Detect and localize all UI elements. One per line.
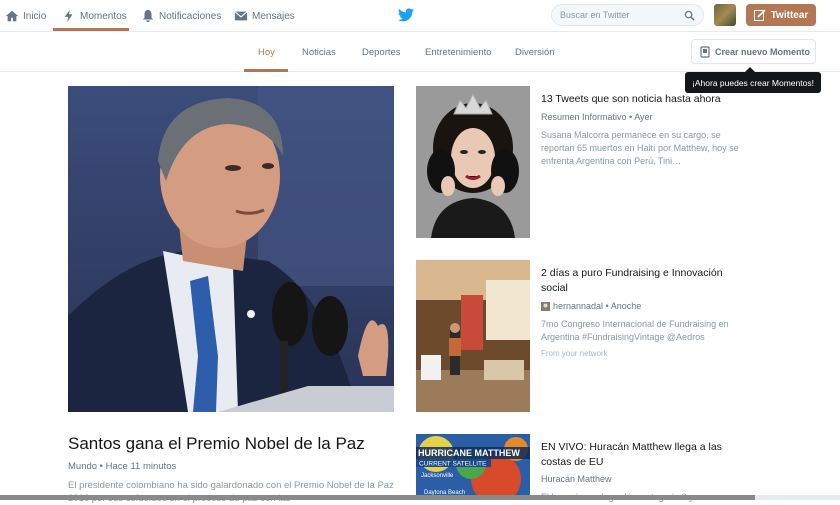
tab-diversion[interactable]: Diversión [515,32,555,72]
card-source: From your network [541,349,608,358]
lightning-icon [64,9,73,23]
card-thumbnail [416,86,530,238]
card-meta: hernannadal • Anoche [541,301,641,311]
user-avatar-icon [541,301,550,311]
horizontal-scrollbar[interactable] [0,495,840,500]
nav-messages-label: Mensajes [252,10,295,22]
moments-tabs: Hoy Noticias Deportes Entretenimiento Di… [0,32,840,72]
thumb-subheadline: CURRENT SATELLITE [419,461,487,468]
create-moment-button[interactable]: Crear nuevo Momento [691,39,816,64]
thumb-city-1: Jacksonville [421,473,454,479]
card-photo: HURRICANE MATTHEW CURRENT SATELLITE Jack… [416,434,530,500]
create-moment-label: Crear nuevo Momento [715,46,811,57]
bell-icon [142,9,154,23]
avatar[interactable] [714,4,736,26]
tab-diversion-label: Diversión [515,46,555,58]
hero-description: El presidente colombiano ha sido galardo… [68,480,394,504]
tab-entretenimiento-label: Entretenimiento [425,46,492,58]
nav-active-indicator [53,28,129,31]
card-title[interactable]: 2 días a puro Fundraising e Innovación s… [541,266,741,296]
search-icon[interactable] [684,10,695,21]
tab-noticias[interactable]: Noticias [302,32,336,72]
moment-card[interactable]: 13 Tweets que son noticia hasta ahora Re… [416,86,746,238]
tweet-button[interactable]: Twittear [746,4,816,26]
hero-image[interactable] [68,86,394,412]
compose-icon [753,9,766,21]
card-title[interactable]: EN VIVO: Huracán Matthew llega a las cos… [541,440,741,470]
hero-photo [68,86,394,412]
card-title[interactable]: 13 Tweets que son noticia hasta ahora [541,92,741,107]
tab-noticias-label: Noticias [302,46,336,58]
card-photo [416,86,530,238]
nav-home[interactable]: Inicio [5,0,46,32]
tab-deportes-label: Deportes [362,46,401,58]
tweet-button-label: Twittear [770,9,809,21]
card-photo [416,260,530,412]
top-navigation: Inicio Momentos Notificaciones Mensajes … [0,0,840,32]
card-meta: Resumen Informativo • Ayer [541,112,653,122]
card-thumbnail: HURRICANE MATTHEW CURRENT SATELLITE Jack… [416,434,530,500]
card-description: Susana Malcorra permanece en su cargo, s… [541,130,739,166]
thumb-headline: HURRICANE MATTHEW [418,448,520,458]
card-description: 7mo Congreso Internacional de Fundraisin… [541,319,729,342]
envelope-icon [234,11,248,21]
tab-hoy[interactable]: Hoy [258,32,275,72]
moment-icon [700,45,710,58]
moment-card[interactable]: 2 días a puro Fundraising e Innovación s… [416,260,746,412]
tab-entretenimiento[interactable]: Entretenimiento [425,32,492,72]
card-thumbnail [416,260,530,412]
tab-hoy-label: Hoy [258,46,275,58]
hero-title[interactable]: Santos gana el Premio Nobel de la Paz [68,434,365,454]
card-meta: Huracán Matthew [541,474,612,484]
moment-card[interactable]: HURRICANE MATTHEW CURRENT SATELLITE Jack… [416,434,746,502]
home-icon [5,10,19,22]
search-input[interactable]: Buscar en Twitter [551,4,704,26]
nav-home-label: Inicio [23,10,47,22]
tab-active-indicator [244,69,288,72]
nav-messages[interactable]: Mensajes [234,0,295,32]
hero-meta: Mundo • Hace 11 minutos [68,461,177,472]
twitter-bird-icon[interactable] [398,8,414,22]
tab-deportes[interactable]: Deportes [362,32,401,72]
nav-moments-label: Momentos [80,10,127,22]
nav-notifications-label: Notificaciones [159,10,222,22]
card-meta-text: hernannadal • Anoche [553,301,642,311]
search-placeholder: Buscar en Twitter [560,10,630,20]
nav-notifications[interactable]: Notificaciones [141,0,221,32]
scrollbar-thumb[interactable] [0,495,755,500]
